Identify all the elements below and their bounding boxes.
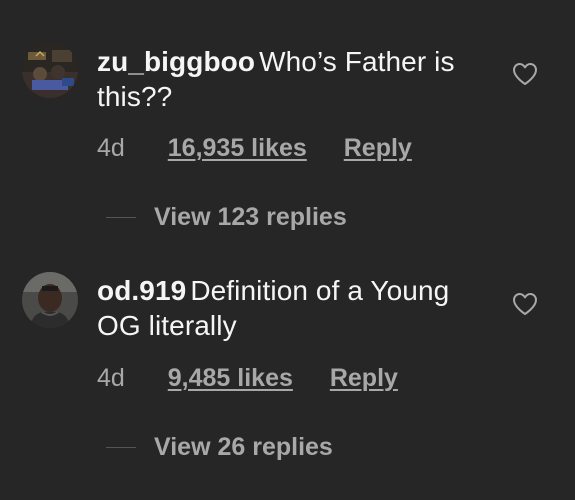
likes-count-link[interactable]: 9,485 likes [168, 363, 293, 393]
view-replies-label: View 123 replies [154, 203, 347, 231]
comment-time: 4d [97, 134, 125, 162]
view-replies-button[interactable]: View 123 replies [106, 203, 347, 233]
avatar-image [22, 272, 78, 328]
avatar[interactable] [22, 42, 78, 98]
reply-button[interactable]: Reply [330, 363, 398, 393]
comment-body: od.919 Definition of a Young OG literally [97, 273, 497, 343]
comment-meta: 4d 16,935 likes Reply [97, 133, 412, 163]
view-replies-button[interactable]: View 26 replies [106, 433, 333, 463]
reply-button[interactable]: Reply [344, 133, 412, 163]
heart-icon[interactable] [512, 62, 538, 86]
comment-body: zu_biggboo Who’s Father is this?? [97, 44, 497, 114]
avatar[interactable] [22, 272, 78, 328]
comment-username[interactable]: od.919 [97, 275, 186, 306]
replies-divider-line [106, 447, 136, 448]
likes-count-link[interactable]: 16,935 likes [168, 133, 307, 163]
replies-divider-line [106, 217, 136, 218]
comment-username[interactable]: zu_biggboo [97, 46, 255, 77]
comment-time: 4d [97, 364, 125, 392]
heart-icon[interactable] [512, 292, 538, 316]
comments-list: zu_biggboo Who’s Father is this?? 4d 16,9… [0, 0, 575, 500]
view-replies-label: View 26 replies [154, 433, 333, 461]
comment-meta: 4d 9,485 likes Reply [97, 363, 398, 393]
avatar-image [22, 42, 78, 98]
